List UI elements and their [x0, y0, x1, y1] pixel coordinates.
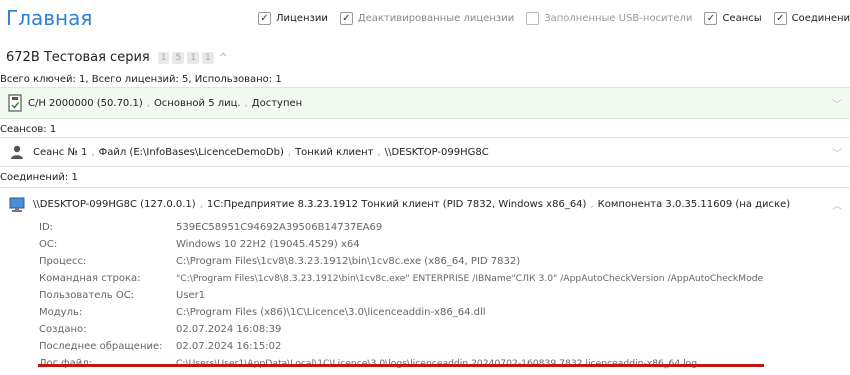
detail-key: Создано:: [39, 324, 87, 335]
detail-value: Windows 10 22H2 (19045.4529) x64: [176, 239, 360, 250]
filter-label: Лицензии: [276, 13, 328, 24]
session-host: \\DESKTOP-099HG8C: [384, 146, 489, 158]
detail-value: "C:\Program Files\1cv8\8.3.23.1912\bin\1…: [176, 273, 764, 284]
detail-value: C:\Program Files (x86)\1C\Licence\3.0\li…: [176, 307, 486, 318]
chevron-down-icon[interactable]: ﹀: [832, 96, 842, 111]
connection-host: \\DESKTOP-099HG8C (127.0.0.1): [33, 199, 196, 210]
detail-key: Пользователь ОС:: [39, 290, 135, 301]
filter-connections[interactable]: ✓ Соединения: [773, 12, 850, 25]
filter-label: Деактивированные лицензии: [357, 13, 515, 24]
series-badge: 5: [172, 51, 185, 64]
filter-sessions[interactable]: ✓ Сеансы: [704, 12, 762, 25]
license-key-icon: [8, 94, 22, 112]
license-status: Доступен: [251, 97, 303, 109]
license-row[interactable]: С/Н 2000000 (50.70.1) , Основной 5 лиц. …: [0, 87, 850, 119]
detail-key: Процесс:: [39, 256, 87, 267]
detail-value: 539EC58951C94692A39506B14737EA69: [176, 222, 383, 233]
computer-icon: [9, 197, 25, 212]
page-title: Главная: [6, 6, 93, 30]
series-badge: 1: [201, 51, 214, 64]
series-badge: 1: [157, 51, 170, 64]
checkbox-checked-icon[interactable]: ✓: [258, 12, 271, 25]
checkbox-checked-icon[interactable]: ✓: [704, 12, 718, 25]
series-header[interactable]: 672В Тестовая серия 1 5 1 1 ^: [6, 50, 228, 65]
filter-licenses[interactable]: ✓ Лицензии: [258, 12, 328, 25]
detail-key: Модуль:: [39, 307, 83, 318]
chevron-up-icon[interactable]: ︿: [832, 197, 842, 212]
session-row[interactable]: Сеанс № 1 , Файл (E:\InfoBases\LicenceDe…: [0, 137, 850, 167]
totals-line: Всего ключей: 1, Всего лицензий: 5, Испо…: [0, 74, 282, 85]
license-sn: С/Н 2000000 (50.70.1): [28, 97, 143, 109]
detail-value: 02.07.2024 16:15:02: [176, 341, 282, 352]
filter-label: Соединения: [791, 13, 850, 24]
sessions-count: Сеансов: 1: [0, 124, 57, 135]
session-file: Файл (E:\InfoBases\LicenceDemoDb): [98, 146, 284, 158]
detail-key: ID:: [39, 222, 54, 233]
filter-usb-media[interactable]: Заполненные USB-носители: [526, 12, 692, 25]
checkbox-checked-icon[interactable]: ✓: [339, 12, 353, 25]
detail-value: User1: [176, 290, 206, 301]
connection-row[interactable]: \\DESKTOP-099HG8C (127.0.0.1) , 1С:Предп…: [0, 187, 850, 221]
detail-key: Последнее обращение:: [39, 341, 163, 352]
connections-count: Соединений: 1: [0, 172, 78, 183]
connection-component: Компонента 3.0.35.11609 (на диске): [597, 199, 791, 210]
filter-deactivated-licenses[interactable]: ✓ Деактивированные лицензии: [339, 12, 515, 25]
chevron-up-icon[interactable]: ^: [219, 51, 228, 64]
session-client: Тонкий клиент: [295, 146, 374, 158]
license-type: Основной 5 лиц.: [153, 97, 241, 109]
user-icon: [11, 145, 23, 159]
series-name: 672В Тестовая серия: [6, 50, 150, 65]
checkbox-checked-icon[interactable]: ✓: [773, 12, 787, 25]
chevron-down-icon[interactable]: ﹀: [832, 145, 842, 160]
detail-key: Командная строка:: [39, 273, 141, 284]
highlight-underline: [38, 364, 764, 367]
session-number: Сеанс № 1: [33, 146, 88, 158]
detail-value: 02.07.2024 16:08:39: [176, 324, 282, 335]
series-badge: 1: [187, 51, 199, 64]
detail-key: ОС:: [39, 239, 58, 250]
filter-label: Сеансы: [722, 13, 762, 24]
filter-label: Заполненные USB-носители: [544, 13, 693, 24]
connection-app: 1С:Предприятие 8.3.23.1912 Тонкий клиент…: [206, 199, 587, 210]
checkbox-unchecked-icon[interactable]: [526, 12, 540, 25]
detail-value: C:\Program Files\1cv8\8.3.23.1912\bin\1c…: [176, 256, 521, 267]
filter-bar: ✓ Лицензии ✓ Деактивированные лицензии З…: [258, 12, 850, 25]
